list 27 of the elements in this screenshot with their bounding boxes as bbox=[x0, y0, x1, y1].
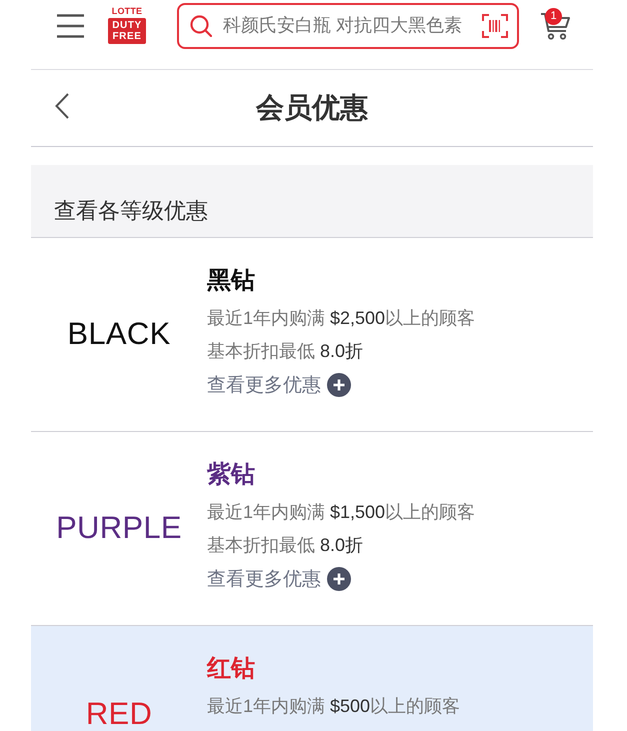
tier-name: 紫钻 bbox=[207, 460, 255, 490]
scan-icon[interactable] bbox=[482, 14, 508, 38]
section-title: 查看各等级优惠 bbox=[54, 197, 208, 225]
tier-name: 黑钻 bbox=[207, 266, 255, 296]
logo-badge: DUTY FREE bbox=[108, 18, 146, 44]
tier-detail: 最近1年内购满 $2,500以上的顾客 bbox=[207, 307, 476, 330]
tier-logo: PURPLE bbox=[56, 512, 182, 542]
menu-icon[interactable] bbox=[57, 14, 84, 38]
search-icon bbox=[190, 14, 212, 36]
tier-logo: BLACK bbox=[67, 318, 171, 348]
chevron-left-icon[interactable] bbox=[55, 92, 69, 118]
tier-detail: 最近1年内购满 $500以上的顾客 bbox=[207, 695, 460, 718]
more-benefits-link[interactable]: 查看更多优惠 bbox=[207, 562, 351, 596]
plus-circle-icon bbox=[327, 567, 351, 591]
tier-logo: RED bbox=[86, 698, 152, 729]
tier-detail: 最近1年内购满 $1,500以上的顾客 bbox=[207, 501, 476, 524]
plus-circle-icon bbox=[327, 373, 351, 397]
cart-count-badge: 1 bbox=[545, 8, 562, 24]
more-benefits-link[interactable]: 查看更多优惠 bbox=[207, 368, 351, 402]
cart-icon[interactable] bbox=[540, 10, 570, 40]
logo-text: LOTTE bbox=[112, 7, 142, 16]
tier-detail: 基本折扣最低 8.0折 bbox=[207, 340, 364, 363]
search-field[interactable]: 科颜氏安白瓶 对抗四大黑色素 bbox=[177, 2, 519, 48]
search-input[interactable]: 科颜氏安白瓶 对抗四大黑色素 bbox=[223, 15, 482, 36]
tier-name: 红钻 bbox=[207, 654, 255, 684]
tier-detail: 基本折扣最低 8.0折 bbox=[207, 534, 364, 557]
page-title: 会员优惠 bbox=[256, 91, 368, 125]
